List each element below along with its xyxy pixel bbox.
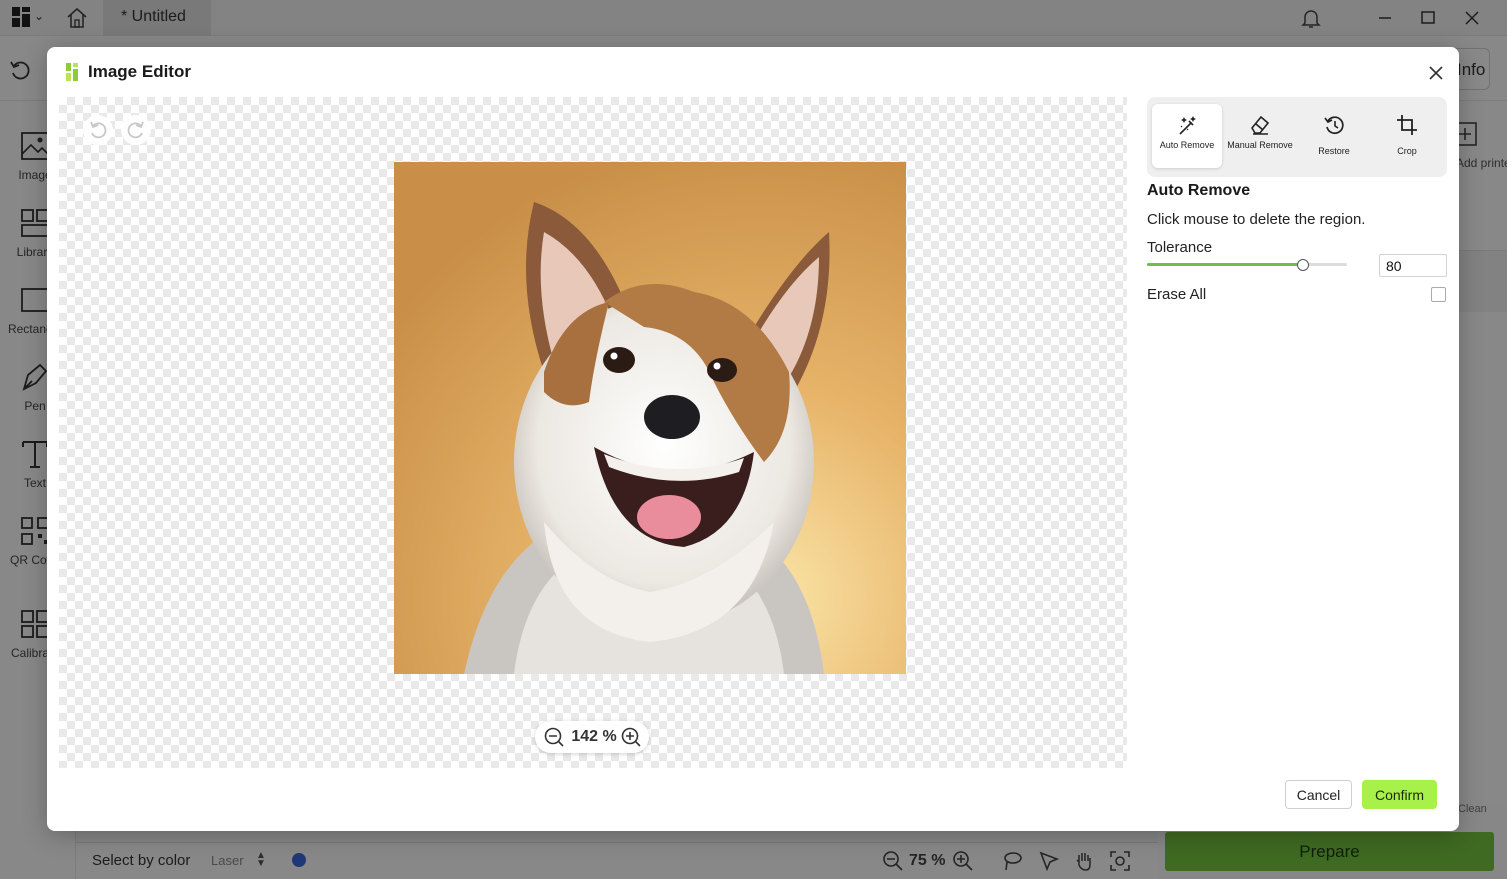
zoom-out-icon[interactable] (543, 726, 565, 748)
redo-button[interactable] (121, 115, 151, 145)
auto-remove-tool[interactable]: Auto Remove (1152, 104, 1222, 168)
tool-label: Restore (1318, 146, 1350, 156)
app-logo-icon (66, 63, 78, 81)
zoom-in-icon[interactable] (620, 726, 642, 748)
section-description: Click mouse to delete the region. (1147, 211, 1366, 228)
dialog-title: Image Editor (88, 62, 191, 81)
undo-icon (90, 121, 107, 139)
slider-fill (1147, 263, 1303, 266)
image-canvas[interactable]: 142 % (59, 97, 1127, 768)
tool-label: Auto Remove (1159, 140, 1215, 150)
magic-wand-icon (1179, 116, 1196, 135)
zoom-value: 142 % (571, 728, 617, 745)
erase-all-checkbox[interactable] (1431, 287, 1446, 302)
manual-remove-tool[interactable]: Manual Remove (1225, 104, 1295, 168)
cancel-button[interactable]: Cancel (1285, 780, 1352, 809)
tool-label: Crop (1397, 146, 1417, 156)
section-title: Auto Remove (1147, 182, 1251, 199)
confirm-button[interactable]: Confirm (1362, 780, 1437, 809)
history-icon (1324, 116, 1344, 135)
crop-tool[interactable]: Crop (1372, 104, 1442, 168)
erase-all-label: Erase All (1147, 286, 1207, 303)
undo-button[interactable] (83, 115, 113, 145)
slider-thumb[interactable] (1297, 259, 1309, 271)
tool-label: Manual Remove (1227, 140, 1293, 150)
image-editor-dialog: Image Editor 142 % Auto Remove Manual Re… (47, 47, 1459, 831)
restore-tool[interactable]: Restore (1299, 104, 1369, 168)
tolerance-label: Tolerance (1147, 239, 1213, 256)
dog-photo[interactable] (394, 162, 906, 674)
crop-icon (1397, 115, 1417, 135)
redo-icon (127, 121, 144, 139)
eraser-icon (1251, 115, 1270, 135)
canvas-zoom-control: 142 % (535, 721, 649, 753)
tolerance-slider[interactable] (1147, 257, 1347, 273)
tolerance-input[interactable] (1379, 254, 1447, 277)
tool-selector: Auto Remove Manual Remove Restore Crop (1147, 97, 1447, 177)
close-icon[interactable] (1427, 64, 1445, 82)
